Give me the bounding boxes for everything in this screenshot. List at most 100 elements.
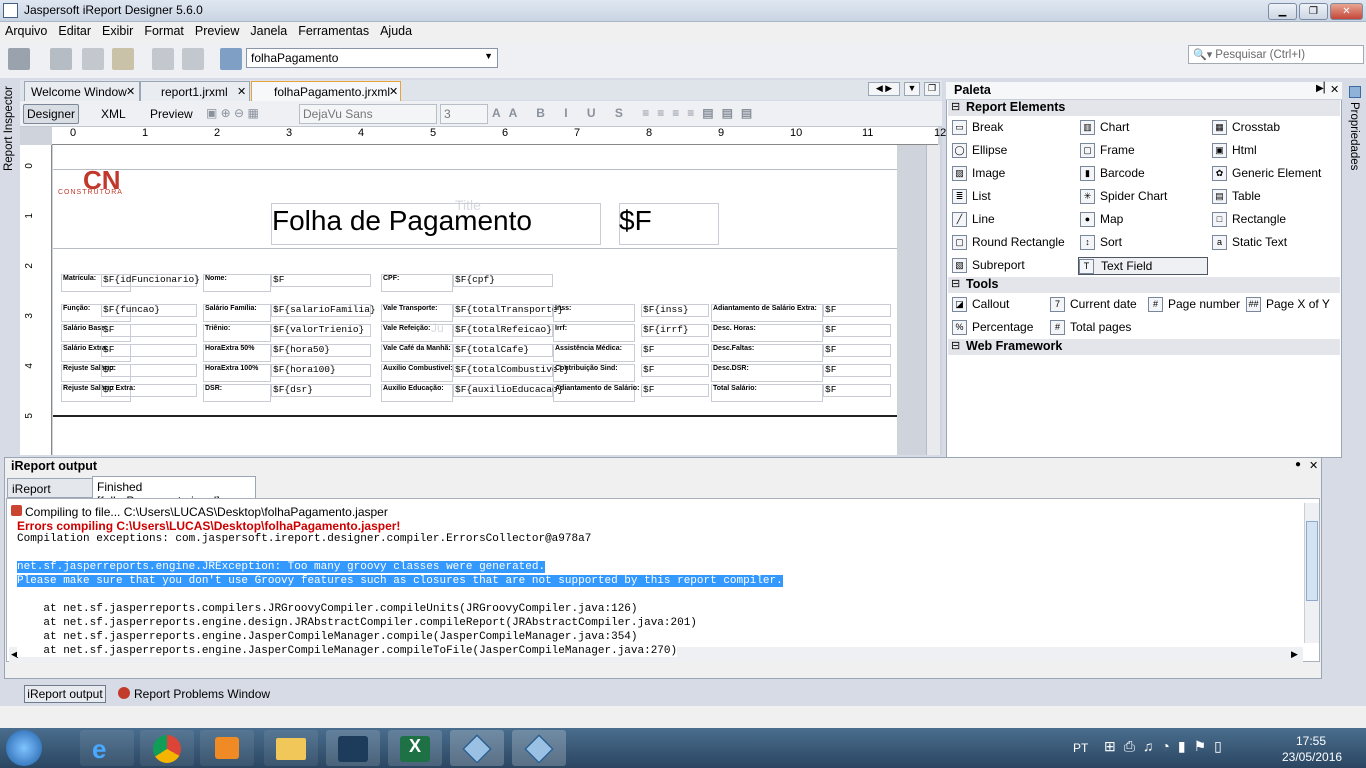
palette-item-text-field[interactable]: T Text Field — [1078, 257, 1208, 275]
text-field-expression[interactable]: $F — [825, 324, 836, 335]
close-icon[interactable]: ✕ — [237, 85, 246, 98]
maximize-editor-icon[interactable]: ❐ — [924, 82, 940, 96]
palette-item-ellipse[interactable]: ◯ Ellipse — [952, 142, 1007, 160]
text-field-expression[interactable]: $F{valorTrienio} — [273, 324, 364, 335]
menu-ajuda[interactable]: Ajuda — [375, 22, 418, 38]
tab-welcome[interactable]: Welcome Window — [24, 81, 140, 101]
zoom-icons[interactable]: ▣ ⊕ ⊖ ▦ — [206, 106, 259, 120]
text-field-expression[interactable]: $F{hora50} — [273, 344, 330, 355]
menu-format[interactable]: Format — [139, 22, 190, 38]
console-vscrollbar[interactable] — [1304, 503, 1319, 643]
clock-date[interactable]: 23/05/2016 — [1282, 750, 1342, 764]
palette-item-round-rectangle[interactable]: ▢ Round Rectangle — [952, 234, 1065, 252]
text-field-expression[interactable]: $F{totalCombustivel} — [455, 364, 569, 375]
text-field-expression[interactable]: $F{cpf} — [455, 274, 495, 285]
tray-icons[interactable]: ⊞⎙♫◔▮⚑▯ — [1104, 738, 1230, 755]
ireport-taskbar-icon[interactable] — [450, 730, 504, 766]
static-text-label[interactable]: Vale Refeição: — [383, 325, 430, 332]
static-text-label[interactable]: Vale Café da Manhã: — [383, 345, 451, 352]
palette-tool-percentage[interactable]: % Percentage — [952, 319, 1033, 337]
text-field-expression[interactable]: $F{funcao} — [103, 304, 160, 315]
palette-item-rectangle[interactable]: □ Rectangle — [1212, 211, 1286, 229]
designer-button[interactable]: Designer — [23, 104, 79, 124]
text-field-expression[interactable]: $F{idFuncionario} — [103, 274, 200, 285]
datasource-icon[interactable] — [220, 48, 242, 70]
palette-tool-callout[interactable]: ◪ Callout — [952, 296, 1009, 314]
palette-item-generic-element[interactable]: ✿ Generic Element — [1212, 165, 1321, 183]
section-web-framework[interactable]: Web Framework — [948, 339, 1340, 355]
text-field-expression[interactable]: $F{inss} — [643, 304, 689, 315]
close-icon[interactable]: ✕ — [1309, 459, 1318, 472]
media-player-icon[interactable] — [200, 730, 254, 766]
palette-tool-current-date[interactable]: 7 Current date — [1050, 296, 1137, 314]
menu-janela[interactable]: Janela — [245, 22, 293, 38]
close-icon[interactable]: ✕ — [1330, 83, 1339, 96]
mysql-icon[interactable] — [326, 730, 380, 766]
palette-tool-page-x-of-y[interactable]: ## Page X of Y — [1246, 296, 1330, 314]
palette-item-image[interactable]: ▨ Image — [952, 165, 1005, 183]
text-field-expression[interactable]: $F — [825, 304, 836, 315]
static-text-label[interactable]: Função: — [63, 305, 90, 312]
palette-item-table[interactable]: ▤ Table — [1212, 188, 1261, 206]
close-button[interactable]: ✕ — [1330, 3, 1363, 20]
text-field-expression[interactable]: $F{hora100} — [273, 364, 336, 375]
text-field-expression[interactable]: $F — [273, 274, 284, 285]
palette-item-static-text[interactable]: a Static Text — [1212, 234, 1287, 252]
text-field-expression[interactable]: $F — [643, 364, 654, 375]
static-text-label[interactable]: Desc.Faltas: — [713, 345, 754, 352]
static-text-label[interactable]: Triênio: — [205, 325, 230, 332]
static-text-label[interactable]: CPF: — [383, 275, 399, 282]
palette-item-list[interactable]: ≣ List — [952, 188, 991, 206]
ie-icon[interactable]: e — [80, 730, 134, 766]
text-field-expression[interactable]: $F — [103, 384, 114, 395]
static-text-label[interactable]: Desc.DSR: — [713, 365, 749, 372]
text-field-expression[interactable]: $F{totalCafe} — [455, 344, 529, 355]
palette-item-crosstab[interactable]: ▦ Crosstab — [1212, 119, 1280, 137]
static-text-label[interactable]: Adiantamento de Salário: — [555, 385, 639, 392]
undo-icon[interactable] — [152, 48, 174, 70]
report-page[interactable]: CN CONSTRUTORA Title Folha de Pagamento … — [53, 145, 897, 455]
title-field[interactable]: $F — [619, 205, 652, 237]
static-text-label[interactable]: Assistência Médica: — [555, 345, 622, 352]
text-field-expression[interactable]: $F{dsr} — [273, 384, 313, 395]
static-text-label[interactable]: Salário Família: — [205, 305, 257, 312]
text-field-box[interactable] — [101, 344, 197, 357]
static-text-label[interactable]: Contribuição Sind: — [555, 365, 618, 372]
maximize-button[interactable]: ❐ — [1299, 3, 1328, 20]
paste-icon[interactable] — [112, 48, 134, 70]
palette-item-spider-chart[interactable]: ✳ Spider Chart — [1080, 188, 1167, 206]
report-inspector-panel[interactable]: Report Inspector — [0, 80, 20, 455]
palette-item-barcode[interactable]: ▮ Barcode — [1080, 165, 1145, 183]
chrome-icon[interactable] — [140, 730, 194, 766]
static-text-label[interactable]: Nome: — [205, 275, 227, 282]
static-text-label[interactable]: Total Salário: — [713, 385, 757, 392]
font-combo[interactable]: DejaVu Sans — [299, 104, 437, 124]
save-all-icon[interactable] — [8, 48, 30, 70]
canvas-scrollbar[interactable] — [926, 145, 940, 455]
static-text-label[interactable]: Adiantamento de Salário Extra: — [713, 305, 817, 312]
menu-editar[interactable]: Editar — [53, 22, 97, 38]
palette-item-map[interactable]: ● Map — [1080, 211, 1123, 229]
text-field-expression[interactable]: $F{totalTransporte} — [455, 304, 563, 315]
palette-item-subreport[interactable]: ▧ Subreport — [952, 257, 1025, 275]
static-text-label[interactable]: HoraExtra 50% — [205, 345, 254, 352]
format-icons[interactable]: AA B I U S ≡≡≡≡▤▤▤ — [492, 106, 760, 120]
cut-icon[interactable] — [50, 48, 72, 70]
static-text-label[interactable]: Auxilio Combustivel: — [383, 365, 453, 372]
text-field-expression[interactable]: $F — [825, 384, 836, 395]
xml-button[interactable]: XML — [101, 107, 126, 121]
text-field-expression[interactable]: $F — [103, 324, 114, 335]
static-text-label[interactable]: Desc. Horas: — [713, 325, 756, 332]
menu-arquivo[interactable]: Arquivo — [0, 22, 53, 38]
size-combo[interactable]: 3 — [440, 104, 488, 124]
text-field-box[interactable] — [271, 274, 371, 287]
console-output[interactable]: ◀ ▶ Compiling to file... C:\Users\LUCAS\D… — [6, 498, 1320, 662]
scroll-thumb[interactable] — [1306, 521, 1318, 601]
report-combo[interactable]: folhaPagamento ▼ — [246, 48, 498, 68]
search-input[interactable]: 🔍▾ Pesquisar (Ctrl+I) — [1188, 45, 1364, 64]
text-field-expression[interactable]: $F — [643, 344, 654, 355]
ireport-output-button[interactable]: iReport output — [24, 685, 106, 703]
menu-exibir[interactable]: Exibir — [97, 22, 139, 38]
palette-tool-total-pages[interactable]: # Total pages — [1050, 319, 1131, 337]
excel-icon[interactable]: X — [388, 730, 442, 766]
